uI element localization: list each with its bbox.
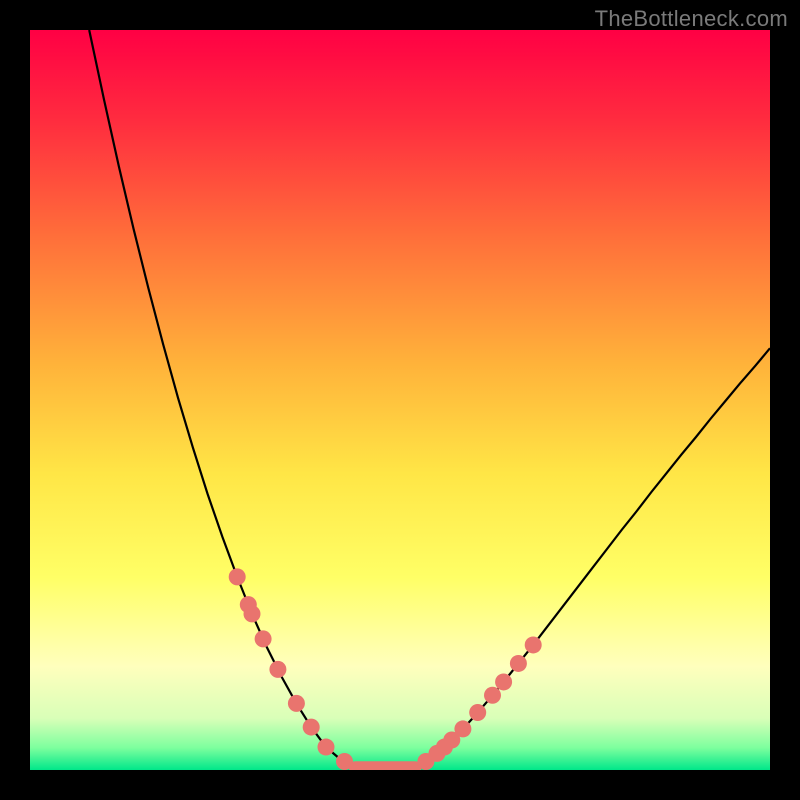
data-point — [318, 739, 335, 756]
data-point — [454, 720, 471, 737]
data-point — [510, 655, 527, 672]
chart-svg — [30, 30, 770, 770]
plot-area — [30, 30, 770, 770]
data-point — [336, 753, 353, 770]
data-point — [229, 568, 246, 585]
data-point — [269, 661, 286, 678]
data-point — [255, 630, 272, 647]
data-point — [469, 704, 486, 721]
data-point — [495, 673, 512, 690]
data-point — [525, 636, 542, 653]
chart-stage: TheBottleneck.com — [0, 0, 800, 800]
data-point — [303, 719, 320, 736]
gradient-background — [30, 30, 770, 770]
data-point — [484, 687, 501, 704]
attribution-text: TheBottleneck.com — [595, 6, 788, 32]
data-point — [288, 695, 305, 712]
data-point — [244, 605, 261, 622]
